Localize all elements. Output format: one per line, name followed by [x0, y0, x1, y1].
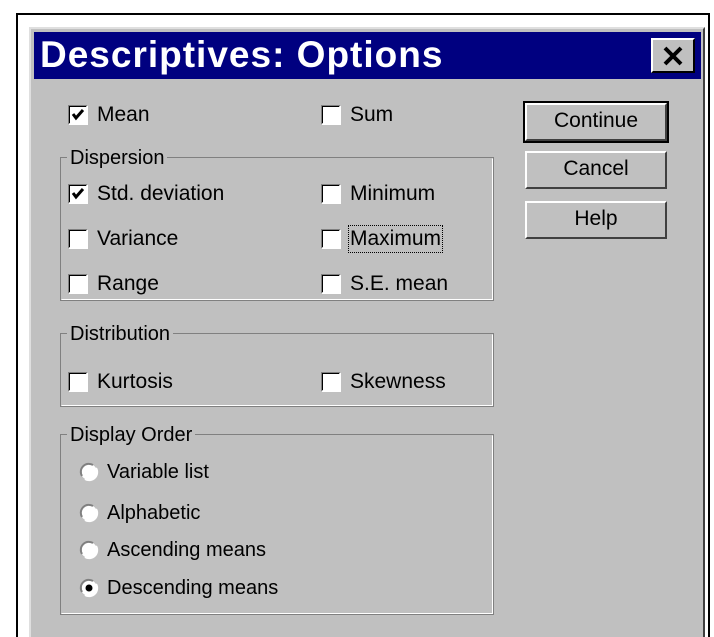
variance-label[interactable]: Variance [97, 227, 178, 251]
descending-means-radio[interactable] [79, 578, 99, 598]
descriptives-options-dialog: Descriptives: Options Mean Sum Dispersio… [29, 27, 705, 637]
ascending-means-radio[interactable] [79, 540, 99, 560]
variance-checkbox[interactable] [68, 229, 88, 249]
skewness-label[interactable]: Skewness [350, 370, 446, 394]
kurtosis-label[interactable]: Kurtosis [97, 370, 173, 394]
sum-label[interactable]: Sum [350, 103, 393, 127]
variable-list-label[interactable]: Variable list [107, 460, 209, 484]
std-deviation-label[interactable]: Std. deviation [97, 182, 224, 206]
std-deviation-checkbox[interactable] [68, 184, 88, 204]
continue-button[interactable]: Continue [523, 101, 669, 143]
range-label[interactable]: Range [97, 272, 159, 296]
display-order-group-title: Display Order [67, 424, 196, 446]
ascending-means-label[interactable]: Ascending means [107, 538, 266, 562]
descending-means-label[interactable]: Descending means [107, 576, 278, 600]
minimum-checkbox[interactable] [321, 184, 341, 204]
se-mean-label[interactable]: S.E. mean [350, 272, 448, 296]
dispersion-group-title: Dispersion [67, 147, 168, 169]
help-button[interactable]: Help [525, 201, 667, 239]
kurtosis-checkbox[interactable] [68, 372, 88, 392]
close-icon [663, 46, 683, 65]
variable-list-radio[interactable] [79, 462, 99, 482]
dialog-title: Descriptives: Options [40, 34, 444, 75]
range-checkbox[interactable] [68, 274, 88, 294]
sum-checkbox[interactable] [321, 105, 341, 125]
skewness-checkbox[interactable] [321, 372, 341, 392]
close-button[interactable] [651, 38, 695, 73]
mean-label[interactable]: Mean [97, 103, 150, 127]
distribution-group-title: Distribution [67, 323, 174, 345]
alphabetic-radio[interactable] [79, 503, 99, 523]
minimum-label[interactable]: Minimum [350, 182, 435, 206]
checkmark-icon [71, 109, 85, 121]
alphabetic-label[interactable]: Alphabetic [107, 501, 200, 525]
se-mean-checkbox[interactable] [321, 274, 341, 294]
mean-checkbox[interactable] [68, 105, 88, 125]
maximum-checkbox[interactable] [321, 229, 341, 249]
checkmark-icon [71, 188, 85, 200]
maximum-label[interactable]: Maximum [347, 225, 444, 253]
cancel-button[interactable]: Cancel [525, 151, 667, 189]
title-bar[interactable]: Descriptives: Options [34, 32, 701, 79]
